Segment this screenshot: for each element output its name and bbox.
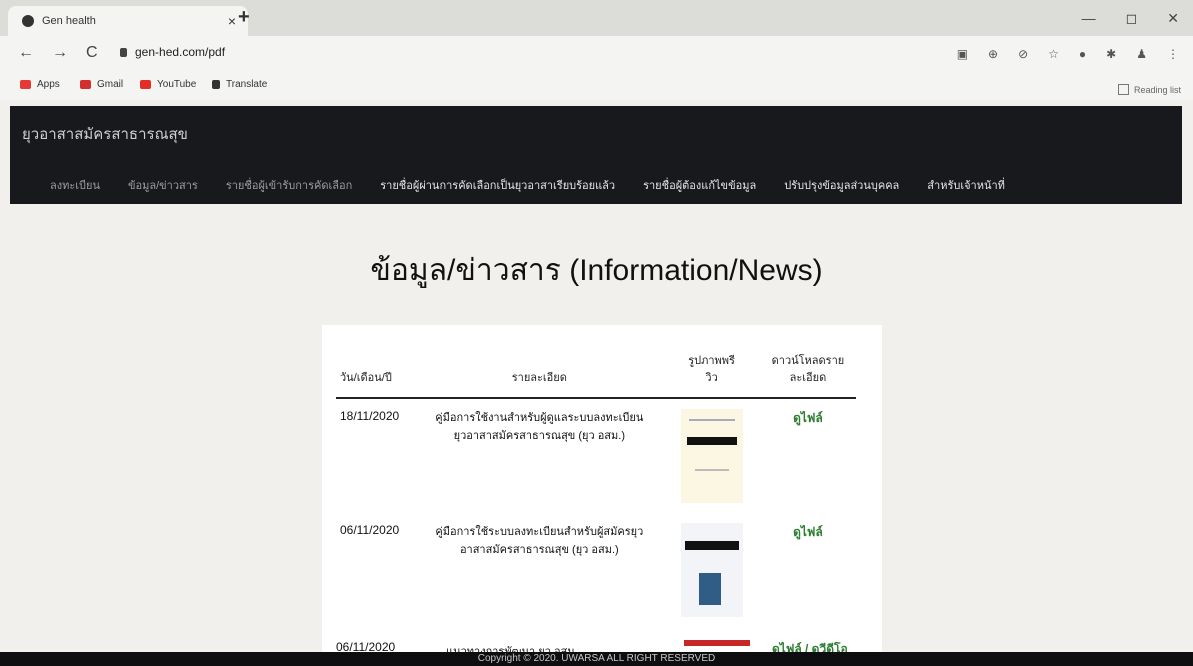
document-preview-image[interactable] bbox=[684, 640, 750, 646]
bookmark-translate[interactable]: Translate bbox=[212, 79, 267, 90]
close-window-button[interactable]: ✕ bbox=[1167, 10, 1179, 27]
profile-icon[interactable]: ♟ bbox=[1136, 47, 1147, 61]
header-download: ดาวน์โหลดราย ละเอียด bbox=[759, 353, 856, 399]
site-footer: Copyright © 2020. UWARSA ALL RIGHT RESER… bbox=[0, 652, 1193, 666]
youtube-icon bbox=[140, 80, 151, 89]
table-row: 18/11/2020 คู่มือการใช้งานสำหรับผู้ดูแลร… bbox=[336, 398, 856, 513]
bookmark-gmail[interactable]: Gmail bbox=[80, 79, 123, 90]
nav-item-passed[interactable]: รายชื่อผู้ผ่านการคัดเลือกเป็นยุวอาสาเรีย… bbox=[380, 176, 615, 194]
translate-icon[interactable]: ▣ bbox=[957, 47, 968, 61]
nav-item-update-profile[interactable]: ปรับปรุงข้อมูลส่วนบุคคล bbox=[784, 176, 899, 194]
bookmark-youtube[interactable]: YouTube bbox=[140, 79, 196, 90]
reload-icon[interactable]: C bbox=[86, 44, 98, 62]
header-preview: รูปภาพพรี วิว bbox=[663, 353, 760, 399]
puzzle-icon[interactable]: ✱ bbox=[1106, 47, 1116, 61]
forward-arrow-icon[interactable]: → bbox=[52, 44, 68, 62]
browser-tab-bar: Gen health × + — ◻ ✕ bbox=[0, 0, 1193, 36]
favicon-icon bbox=[22, 15, 34, 27]
extension-icon[interactable]: ● bbox=[1079, 47, 1086, 61]
toolbar-icons: ▣ ⊕ ⊘ ☆ ● ✱ ♟ ⋮ bbox=[957, 47, 1179, 61]
row-preview bbox=[663, 513, 760, 627]
nav-item-register[interactable]: ลงทะเบียน bbox=[50, 176, 100, 194]
translate-bookmark-icon bbox=[212, 80, 220, 89]
minimize-button[interactable]: — bbox=[1082, 10, 1096, 27]
nav-item-staff[interactable]: สำหรับเจ้าหน้าที่ bbox=[927, 176, 1005, 194]
new-tab-button[interactable]: + bbox=[238, 6, 250, 29]
site-nav: ลงทะเบียน ข้อมูล/ข่าวสาร รายชื่อผู้เข้าร… bbox=[50, 176, 1005, 194]
reading-list-icon bbox=[1117, 84, 1129, 95]
browser-tab[interactable]: Gen health × bbox=[8, 6, 248, 36]
back-arrow-icon[interactable]: ← bbox=[18, 44, 34, 62]
row-download: ดูไฟล์ bbox=[760, 513, 856, 627]
star-icon[interactable]: ☆ bbox=[1048, 47, 1059, 61]
nav-buttons: ← → C bbox=[18, 44, 98, 62]
nav-item-need-edit[interactable]: รายชื่อผู้ต้องแก้ไขข้อมูล bbox=[643, 176, 756, 194]
site-header: ยุวอาสาสมัครสาธารณสุข ลงทะเบียน ข้อมูล/ข… bbox=[10, 106, 1182, 204]
header-detail: รายละเอียด bbox=[415, 353, 664, 399]
close-tab-icon[interactable]: × bbox=[228, 13, 236, 29]
row-detail: คู่มือการใช้ระบบลงทะเบียนสำหรับผู้สมัครย… bbox=[435, 526, 644, 556]
table-header-row: วัน/เดือน/ปี รายละเอียด รูปภาพพรี วิว ดา… bbox=[336, 353, 856, 399]
tab-title: Gen health bbox=[42, 15, 96, 27]
zoom-icon[interactable]: ⊕ bbox=[988, 47, 998, 61]
lock-icon bbox=[120, 47, 127, 57]
share-icon[interactable]: ⊘ bbox=[1018, 47, 1028, 61]
page-title: ข้อมูล/ข่าวสาร (Information/News) bbox=[370, 254, 823, 287]
reading-list[interactable]: Reading list bbox=[1117, 84, 1181, 95]
row-date: 06/11/2020 bbox=[340, 523, 400, 537]
row-date: 18/11/2020 bbox=[340, 409, 400, 423]
bookmark-apps[interactable]: Apps bbox=[20, 79, 60, 90]
table-row: 06/11/2020 คู่มือการใช้ระบบลงทะเบียนสำหร… bbox=[336, 513, 856, 627]
address-bar-row: ← → C gen-hed.com/pdf ▣ ⊕ ⊘ ☆ ● ✱ ♟ ⋮ bbox=[0, 36, 1193, 72]
view-file-link[interactable]: ดูไฟล์ bbox=[793, 525, 823, 539]
view-file-link[interactable]: ดูไฟล์ bbox=[793, 411, 823, 425]
news-table: วัน/เดือน/ปี รายละเอียด รูปภาพพรี วิว ดา… bbox=[336, 353, 856, 627]
url-text: gen-hed.com/pdf bbox=[135, 45, 226, 59]
header-date: วัน/เดือน/ปี bbox=[336, 353, 416, 399]
document-preview-image[interactable] bbox=[680, 409, 743, 503]
gmail-icon bbox=[80, 80, 91, 89]
window-controls: — ◻ ✕ bbox=[1082, 10, 1179, 27]
bookmarks-bar: Apps Gmail YouTube Translate Reading lis… bbox=[0, 72, 1193, 100]
nav-item-information[interactable]: ข้อมูล/ข่าวสาร bbox=[128, 176, 198, 194]
address-bar[interactable]: gen-hed.com/pdf bbox=[120, 45, 225, 59]
menu-icon[interactable]: ⋮ bbox=[1167, 47, 1179, 61]
row-download: ดูไฟล์ bbox=[760, 398, 856, 513]
site-brand[interactable]: ยุวอาสาสมัครสาธารณสุข bbox=[22, 122, 188, 146]
news-card: วัน/เดือน/ปี รายละเอียด รูปภาพพรี วิว ดา… bbox=[322, 325, 882, 655]
nav-item-candidates[interactable]: รายชื่อผู้เข้ารับการคัดเลือก bbox=[226, 176, 352, 194]
document-preview-image[interactable] bbox=[680, 523, 743, 617]
apps-icon bbox=[20, 80, 31, 89]
row-preview bbox=[663, 398, 760, 513]
row-detail: คู่มือการใช้งานสำหรับผู้ดูแลระบบลงทะเบีย… bbox=[435, 412, 644, 442]
maximize-button[interactable]: ◻ bbox=[1126, 10, 1138, 27]
